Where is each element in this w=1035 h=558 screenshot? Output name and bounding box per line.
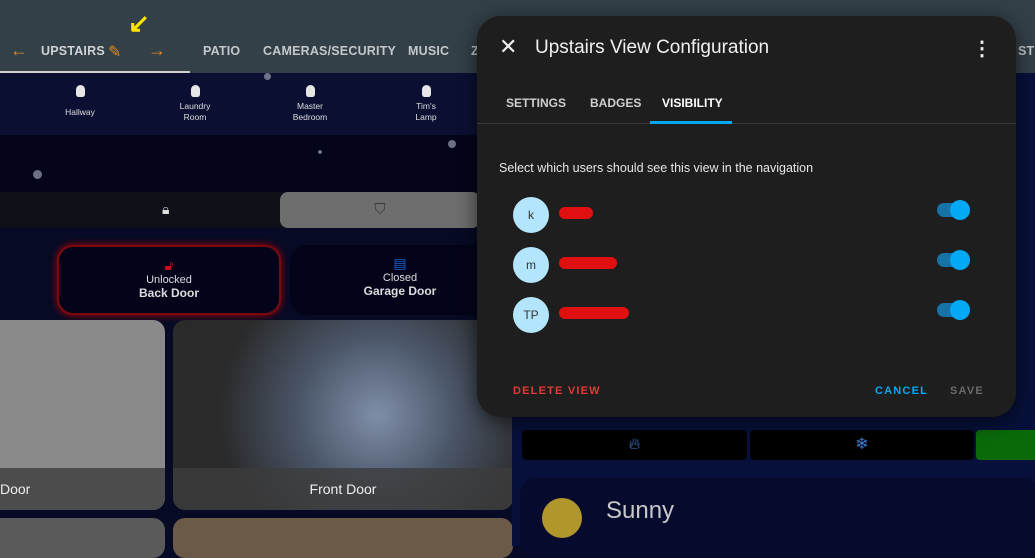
weather-condition: Sunny <box>606 497 675 524</box>
flame-icon: 🔥︎ <box>628 436 641 453</box>
hvac-mode-row: 🔥︎ ❄ <box>522 430 1035 460</box>
light-tims-lamp[interactable]: Tim's Lamp <box>386 85 466 123</box>
lightbulb-icon <box>190 85 200 97</box>
door-name: Back Door <box>138 286 200 300</box>
redacted-name <box>559 207 593 219</box>
lock-open-icon: 🔓︎ <box>164 257 174 273</box>
lightbulb-icon <box>75 85 85 97</box>
star <box>264 73 271 80</box>
tab-badges[interactable]: BADGES <box>590 96 641 110</box>
tab-partial[interactable]: STE <box>1018 44 1035 58</box>
star <box>318 150 322 154</box>
redacted-name <box>559 257 617 269</box>
camera-label: Front Door <box>173 468 513 510</box>
light-label: Master Bedroom <box>292 101 328 122</box>
tab-music[interactable]: MUSIC <box>408 44 449 58</box>
cancel-button[interactable]: CANCEL <box>875 385 928 397</box>
star <box>33 170 42 179</box>
light-label: Tim's Lamp <box>415 101 437 122</box>
redacted-name <box>559 307 629 319</box>
camera-card[interactable] <box>173 518 513 558</box>
camera-label: Door <box>0 468 165 510</box>
auto-mode-button[interactable] <box>976 430 1035 460</box>
heat-mode-button[interactable]: 🔥︎ <box>522 430 747 460</box>
lightbulb-icon <box>305 85 315 97</box>
door-state: Unlocked <box>146 274 192 286</box>
camera-front-door[interactable]: Front Door <box>173 320 513 510</box>
user-row: TP <box>513 297 979 333</box>
light-master-bedroom[interactable]: Master Bedroom <box>270 85 350 123</box>
annotation-arrow-icon: ↙ <box>128 8 150 38</box>
visibility-toggle[interactable] <box>937 200 970 220</box>
avatar: TP <box>513 297 549 333</box>
active-tab-indicator <box>650 121 732 124</box>
tabs-divider <box>477 123 1016 124</box>
camera-card[interactable] <box>0 518 165 558</box>
light-label: Hallway <box>65 107 95 117</box>
avatar: k <box>513 197 549 233</box>
sun-icon <box>542 498 582 538</box>
tab-upstairs[interactable]: UPSTAIRS <box>41 44 105 58</box>
light-hallway[interactable]: Hallway <box>40 85 120 118</box>
close-icon[interactable]: ✕ <box>499 34 517 60</box>
camera-door[interactable]: Door <box>0 320 165 510</box>
weather-card[interactable] <box>520 478 1035 558</box>
light-label: Laundry Room <box>179 101 211 122</box>
move-right-arrow-icon[interactable]: → <box>148 40 166 61</box>
snowflake-icon: ❄ <box>855 436 869 453</box>
back-door-card[interactable]: 🔓︎ Unlocked Back Door <box>57 245 281 315</box>
visibility-description: Select which users should see this view … <box>499 161 814 175</box>
save-button[interactable]: SAVE <box>950 385 984 397</box>
tab-visibility[interactable]: VISIBILITY <box>662 96 723 110</box>
dialog-title: Upstairs View Configuration <box>535 37 770 58</box>
door-state: Closed <box>382 272 418 284</box>
edit-pencil-icon[interactable]: ✎ <box>108 42 121 62</box>
tab-settings[interactable]: SETTINGS <box>506 96 566 110</box>
tab-cameras-security[interactable]: CAMERAS/SECURITY <box>263 44 396 58</box>
light-laundry-room[interactable]: Laundry Room <box>155 85 235 123</box>
view-configuration-dialog: ✕ Upstairs View Configuration ⋮ SETTINGS… <box>477 16 1016 417</box>
visibility-toggle[interactable] <box>937 300 970 320</box>
delete-view-button[interactable]: DELETE VIEW <box>513 385 601 397</box>
lock-icon[interactable]: 🔒︎ <box>162 201 169 218</box>
cool-mode-button[interactable]: ❄ <box>750 430 974 460</box>
tab-patio[interactable]: PATIO <box>203 44 240 58</box>
visibility-toggle[interactable] <box>937 250 970 270</box>
user-row: m <box>513 247 979 283</box>
more-vert-icon[interactable]: ⋮ <box>972 36 992 61</box>
shield-off-icon: ⛉ <box>374 201 386 218</box>
lightbulb-icon <box>421 85 431 97</box>
avatar: m <box>513 247 549 283</box>
lights-row: Hallway Laundry Room Master Bedroom Tim'… <box>0 73 480 135</box>
background-band <box>0 135 480 192</box>
move-left-arrow-icon[interactable]: ← <box>10 40 28 61</box>
star <box>448 140 456 148</box>
alarm-disarm-button[interactable]: ⛉ <box>280 192 480 228</box>
user-row: k <box>513 197 979 233</box>
